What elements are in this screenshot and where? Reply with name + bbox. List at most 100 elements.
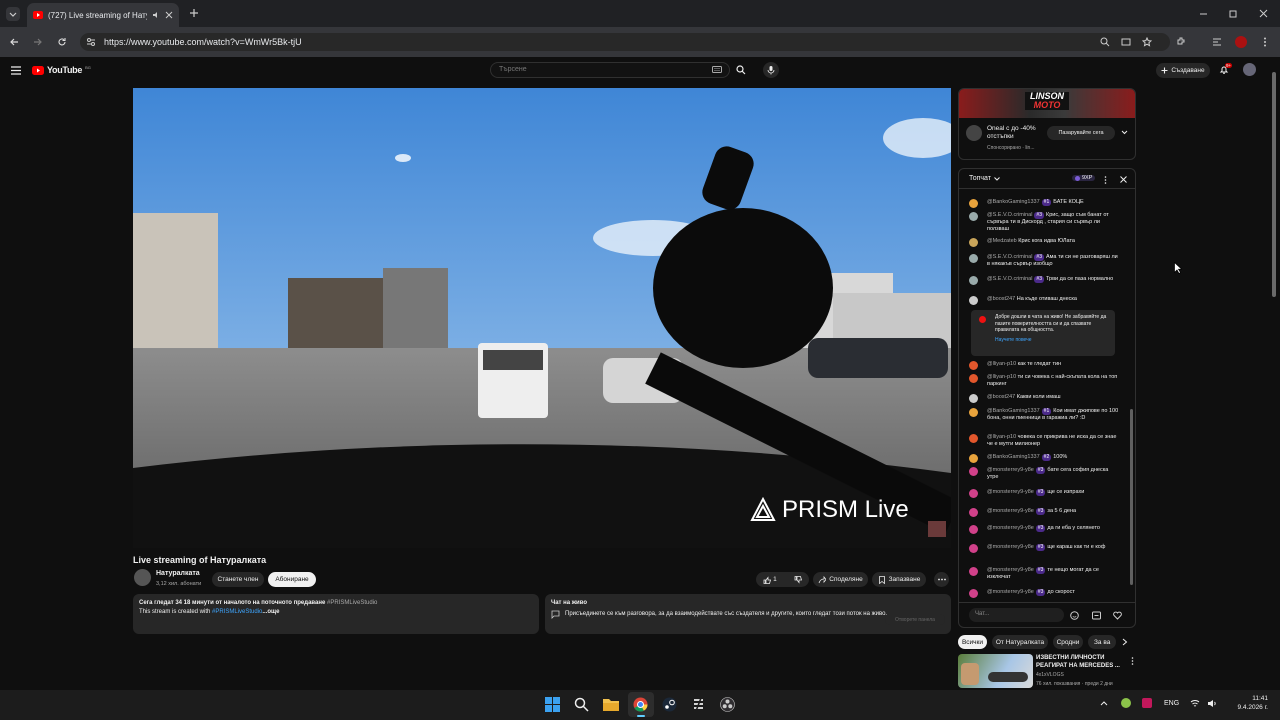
chat-author[interactable]: @monsterrey9-y8e: [987, 544, 1034, 550]
scrollbar-thumb[interactable]: [1130, 409, 1133, 585]
chip-related[interactable]: Сродни: [1053, 635, 1083, 649]
site-info-icon[interactable]: [86, 37, 96, 47]
chat-author-avatar[interactable]: [969, 199, 978, 208]
keyboard-icon[interactable]: [712, 66, 722, 73]
description-link[interactable]: #PRISMLiveStudio: [212, 609, 262, 615]
save-button[interactable]: Запазване: [872, 572, 926, 587]
chat-author-avatar[interactable]: [969, 276, 978, 285]
hashtag[interactable]: #PRISMLiveStudio: [327, 600, 377, 606]
join-button[interactable]: Станете член: [212, 572, 264, 587]
tray-app-icon-2[interactable]: [1142, 698, 1152, 708]
chat-author-avatar[interactable]: [969, 454, 978, 463]
chat-author-avatar[interactable]: [969, 525, 978, 534]
chat-author[interactable]: @boost247: [987, 296, 1015, 302]
create-button[interactable]: Създаване: [1156, 63, 1210, 78]
like-chat-button[interactable]: [1113, 611, 1122, 620]
chat-author-avatar[interactable]: [969, 296, 978, 305]
show-more-link[interactable]: ...още: [262, 609, 279, 615]
chat-author[interactable]: @boost247: [987, 394, 1015, 400]
chat-author[interactable]: @lliyan-p10: [987, 361, 1016, 367]
tray-overflow-button[interactable]: [1100, 700, 1108, 706]
chat-author[interactable]: @Medzateb: [987, 238, 1017, 244]
chat-mode-dropdown[interactable]: Топчат: [969, 175, 1000, 182]
chrome-taskbar-button[interactable]: [628, 692, 654, 717]
channel-name[interactable]: Натуралката: [156, 570, 200, 577]
chip-from-channel[interactable]: От Натуралката: [992, 635, 1048, 649]
channel-avatar[interactable]: [134, 569, 151, 586]
chat-author[interactable]: @BankoGaming1337: [987, 199, 1040, 205]
close-chat-button[interactable]: [1120, 176, 1127, 183]
chat-author[interactable]: @monsterrey9-y8e: [987, 567, 1034, 573]
back-button[interactable]: [9, 37, 19, 47]
close-tab-icon[interactable]: [165, 11, 173, 19]
forward-button[interactable]: [33, 37, 43, 47]
chat-author[interactable]: @monsterrey9-y8e: [987, 525, 1034, 531]
chat-author[interactable]: @S.E.V.O.criminal: [987, 212, 1032, 218]
new-tab-button[interactable]: [189, 8, 199, 18]
chat-menu-button[interactable]: [1104, 176, 1107, 184]
obs-button[interactable]: [720, 697, 735, 712]
description-box[interactable]: Сега гледат 34 18 минути от началото на …: [133, 594, 539, 634]
more-actions-button[interactable]: [934, 572, 949, 587]
chat-author-avatar[interactable]: [969, 212, 978, 221]
chat-author-avatar[interactable]: [969, 408, 978, 417]
chat-author[interactable]: @BankoGaming1337: [987, 454, 1040, 460]
chat-author-avatar[interactable]: [969, 254, 978, 263]
page-scrollbar[interactable]: [1271, 62, 1277, 690]
zoom-icon[interactable]: [1100, 37, 1110, 47]
network-icon[interactable]: [1190, 699, 1200, 708]
chat-author[interactable]: @BankoGaming1337: [987, 408, 1040, 414]
tab-search-icon[interactable]: [1212, 37, 1222, 47]
browser-menu-button[interactable]: [1263, 37, 1267, 47]
clock[interactable]: 11:41 9.4.2026 г.: [1226, 694, 1269, 712]
browser-tab[interactable]: (727) Live streaming of Натуралката: [27, 3, 179, 27]
chat-author-avatar[interactable]: [969, 489, 978, 498]
subscribe-button[interactable]: Абониране: [268, 572, 316, 587]
tray-app-icon[interactable]: [1121, 698, 1131, 708]
rec-menu-button[interactable]: [1131, 657, 1134, 665]
maximize-button[interactable]: [1229, 9, 1238, 18]
chat-author[interactable]: @monsterrey9-y8e: [987, 467, 1034, 473]
learn-more-link[interactable]: Научете повече: [995, 337, 1111, 344]
chat-author-avatar[interactable]: [969, 589, 978, 598]
chat-input[interactable]: Чат...: [969, 608, 1064, 622]
like-button[interactable]: 1: [763, 575, 777, 584]
profile-avatar[interactable]: [1235, 36, 1247, 48]
dislike-button[interactable]: [794, 575, 802, 584]
chat-author[interactable]: @lliyan-p10: [987, 434, 1016, 440]
chat-author-avatar[interactable]: [969, 434, 978, 443]
chat-author[interactable]: @S.E.V.O.criminal: [987, 276, 1032, 282]
language-indicator[interactable]: ENG: [1164, 700, 1179, 707]
extensions-icon[interactable]: [1176, 37, 1186, 47]
chips-next-button[interactable]: [1122, 638, 1128, 646]
taskbar-search-button[interactable]: [574, 697, 589, 712]
chip-for-you[interactable]: За ва: [1088, 635, 1116, 649]
voice-search-button[interactable]: [763, 62, 779, 78]
chat-author-avatar[interactable]: [969, 394, 978, 403]
chat-author[interactable]: @monsterrey9-y8e: [987, 489, 1034, 495]
recommended-video[interactable]: ИЗВЕСТНИ ЛИЧНОСТИ РЕАГИРАТ НА MERCEDES .…: [958, 652, 1136, 690]
chat-author-avatar[interactable]: [969, 361, 978, 370]
ad-expand-button[interactable]: [1121, 130, 1128, 135]
chat-author[interactable]: @monsterrey9-y8e: [987, 589, 1034, 595]
chat-author[interactable]: @lliyan-p10: [987, 374, 1016, 380]
tab-search-button[interactable]: [6, 7, 20, 21]
chat-author[interactable]: @monsterrey9-y8e: [987, 508, 1034, 514]
chat-author[interactable]: @S.E.V.O.criminal: [987, 254, 1032, 260]
bookmark-star-icon[interactable]: [1142, 37, 1152, 47]
reload-button[interactable]: [57, 37, 67, 47]
url-text[interactable]: https://www.youtube.com/watch?v=WmWr5Bk-…: [104, 37, 302, 47]
app-button[interactable]: [691, 697, 706, 712]
close-window-button[interactable]: [1259, 9, 1268, 18]
account-avatar[interactable]: [1243, 63, 1256, 76]
open-panel-button[interactable]: Отворете панела: [885, 614, 945, 625]
chip-all[interactable]: Всички: [958, 635, 987, 649]
search-button[interactable]: [736, 65, 746, 75]
ad-card[interactable]: LINSON MOTO Oneal с до -40% отстъпки Спо…: [958, 88, 1136, 160]
chat-author-avatar[interactable]: [969, 567, 978, 576]
emoji-button[interactable]: [1070, 611, 1079, 620]
search-input[interactable]: Търсене: [490, 62, 730, 78]
minimize-button[interactable]: [1199, 9, 1208, 18]
guide-menu-button[interactable]: [11, 66, 21, 75]
ad-cta-button[interactable]: Пазарувайте сега: [1047, 126, 1115, 140]
